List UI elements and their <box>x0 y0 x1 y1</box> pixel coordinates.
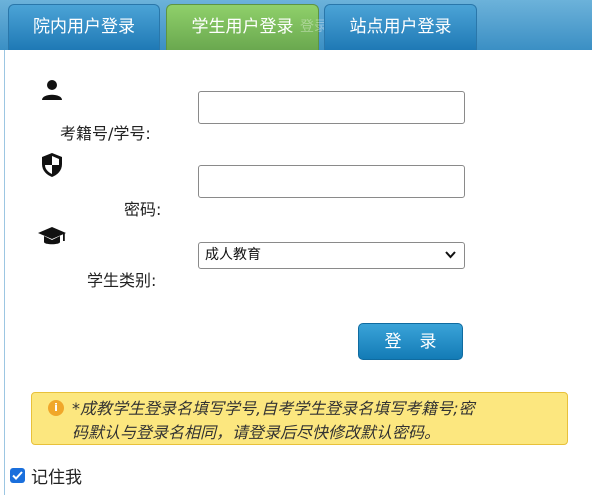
category-selected-value: 成人教育 <box>205 247 261 263</box>
tab-site-login[interactable]: 站点用户登录 <box>324 4 477 50</box>
check-icon <box>12 471 23 480</box>
password-label: 密码: <box>124 200 162 219</box>
remember-label: 记住我 <box>31 468 82 488</box>
notice-line-1: *成教学生登录名填写学号,自考学生登录名填写考籍号;密 <box>72 399 475 418</box>
remember-checkbox[interactable] <box>10 468 25 483</box>
tab-bar: 院内用户登录 学生用户登录 登录 站点用户登录 <box>0 0 592 50</box>
graduation-cap-icon <box>38 227 66 245</box>
notice-banner: i *成教学生登录名填写学号,自考学生登录名填写考籍号;密 码默认与登录名相同，… <box>31 392 568 445</box>
tab-student-login[interactable]: 学生用户登录 <box>166 4 319 50</box>
category-label: 学生类别: <box>87 271 157 290</box>
login-button[interactable]: 登录 <box>358 323 463 360</box>
user-icon <box>42 80 62 100</box>
password-input[interactable] <box>198 165 465 198</box>
notice-line-2: 码默认与登录名相同，请登录后尽快修改默认密码。 <box>72 423 441 442</box>
shield-icon <box>42 153 62 177</box>
category-select[interactable]: 成人教育 <box>198 242 465 269</box>
remember-me: 记住我 <box>10 463 82 488</box>
tab-staff-login[interactable]: 院内用户登录 <box>8 4 160 50</box>
username-input[interactable] <box>198 91 465 124</box>
info-icon: i <box>48 400 64 416</box>
chevron-down-icon <box>445 251 456 259</box>
username-label: 考籍号/学号: <box>60 124 151 143</box>
